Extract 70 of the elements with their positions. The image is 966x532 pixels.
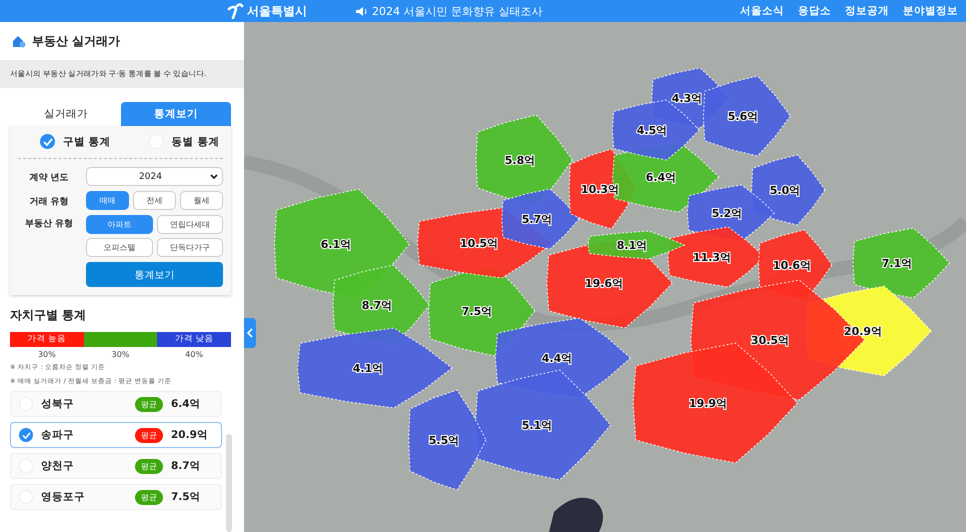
price-label: 7.1억 bbox=[882, 257, 912, 270]
option-button[interactable]: 월세 bbox=[180, 191, 223, 210]
price-label: 5.0억 bbox=[770, 184, 800, 197]
panel-title: 부동산 실거래가 bbox=[32, 32, 120, 50]
logo-icon bbox=[226, 3, 244, 19]
chevron-down-icon bbox=[210, 174, 218, 180]
district-price: 6.4억 bbox=[171, 397, 202, 411]
average-badge: 평균 bbox=[135, 396, 163, 412]
price-label: 30.5억 bbox=[750, 334, 790, 347]
price-label: 5.6억 bbox=[728, 110, 758, 123]
house-icon bbox=[12, 34, 26, 48]
lake-drawing bbox=[549, 498, 603, 532]
district-price: 8.7억 bbox=[171, 459, 202, 473]
section-title: 자치구별 통계 bbox=[9, 307, 88, 324]
district-item[interactable]: 영등포구 평균 7.5억 bbox=[10, 484, 222, 510]
price-label: 11.3억 bbox=[692, 251, 732, 264]
price-label: 4.1억 bbox=[352, 362, 384, 375]
check-icon bbox=[22, 432, 30, 438]
year-select[interactable]: 2024 bbox=[86, 167, 223, 186]
price-label: 4.5억 bbox=[636, 124, 668, 137]
price-label: 7.5억 bbox=[462, 305, 492, 318]
price-label: 8.1억 bbox=[616, 239, 648, 252]
price-label: 6.4억 bbox=[646, 171, 676, 184]
price-label: 10.5억 bbox=[460, 237, 498, 250]
price-label: 10.6억 bbox=[772, 259, 812, 272]
district-price: 20.9억 bbox=[171, 428, 209, 442]
radio-button[interactable] bbox=[19, 428, 33, 442]
legend-bar: 가격 낮음 bbox=[157, 332, 232, 347]
legend-bar: 가격 높음 bbox=[10, 332, 84, 347]
district-name: 영등포구 bbox=[41, 490, 86, 504]
price-label: 5.5억 bbox=[428, 434, 460, 447]
price-label: 5.1억 bbox=[522, 419, 552, 432]
average-badge: 평균 bbox=[135, 490, 163, 504]
district-item[interactable]: 송파구 평균 20.9억 bbox=[10, 422, 222, 448]
chevron-left-icon bbox=[247, 328, 253, 338]
legend-percent: 40% bbox=[185, 350, 204, 359]
submit-button[interactable]: 통계보기 bbox=[86, 262, 223, 287]
price-label: 19.9억 bbox=[688, 397, 728, 410]
price-label: 8.7억 bbox=[362, 299, 392, 312]
check-icon bbox=[42, 138, 52, 146]
collapse-handle[interactable] bbox=[244, 318, 256, 348]
field-label: 거래 유형 bbox=[28, 196, 70, 208]
option-button[interactable]: 연립다세대 bbox=[156, 215, 223, 234]
option-button[interactable]: 단독다가구 bbox=[156, 238, 223, 257]
district-name: 양천구 bbox=[41, 459, 75, 473]
speaker-icon bbox=[355, 6, 368, 16]
price-label: 5.2억 bbox=[712, 207, 742, 220]
district-price: 7.5억 bbox=[171, 490, 202, 504]
price-label: 4.4억 bbox=[542, 352, 572, 365]
radio-button[interactable] bbox=[40, 134, 55, 149]
district-name: 성북구 bbox=[41, 397, 75, 411]
average-badge: 평균 bbox=[135, 458, 163, 474]
district-name: 송파구 bbox=[41, 428, 75, 442]
price-label: 4.3억 bbox=[672, 92, 702, 105]
legend-percent: 30% bbox=[38, 350, 56, 359]
district-item[interactable]: 양천구 평균 8.7억 bbox=[10, 453, 222, 479]
option-button[interactable]: 오피스텔 bbox=[86, 238, 152, 257]
field-label: 부동산 유형 bbox=[24, 218, 74, 230]
price-label: 6.1억 bbox=[320, 238, 352, 251]
legend-percent: 30% bbox=[112, 350, 130, 359]
district-item[interactable]: 성북구 평균 6.4억 bbox=[10, 391, 222, 417]
radio-label: 동별 통계 bbox=[172, 134, 220, 148]
price-label: 5.8억 bbox=[504, 154, 536, 167]
option-button[interactable]: 전세 bbox=[133, 191, 176, 210]
average-badge: 평균 bbox=[135, 428, 163, 442]
field-label: 계약 년도 bbox=[28, 172, 70, 184]
district-shape[interactable] bbox=[588, 230, 686, 260]
radio-label: 구별 통계 bbox=[63, 134, 111, 148]
price-label: 5.7억 bbox=[522, 213, 552, 226]
price-label: 19.6억 bbox=[584, 277, 624, 290]
